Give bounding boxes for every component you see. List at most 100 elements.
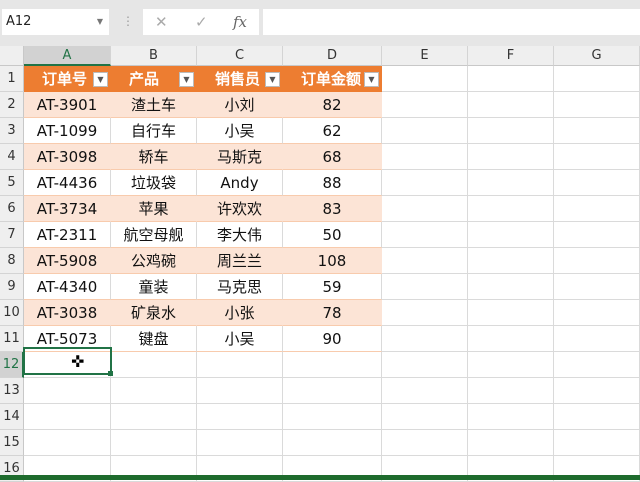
- table-header-cell[interactable]: 订单金额 ▼: [283, 66, 382, 92]
- table-cell[interactable]: 90: [283, 326, 382, 352]
- fill-handle[interactable]: [108, 371, 113, 376]
- cell[interactable]: [382, 170, 468, 196]
- cell[interactable]: [554, 248, 640, 274]
- table-cell[interactable]: 公鸡碗: [111, 248, 197, 274]
- cell[interactable]: [554, 378, 640, 404]
- row-header-7[interactable]: 7: [0, 222, 24, 248]
- table-cell[interactable]: AT-3038: [24, 300, 111, 326]
- row-header-3[interactable]: 3: [0, 118, 24, 144]
- table-cell[interactable]: 82: [283, 92, 382, 118]
- row-header-5[interactable]: 5: [0, 170, 24, 196]
- table-cell[interactable]: 马斯克: [197, 144, 283, 170]
- row-header-2[interactable]: 2: [0, 92, 24, 118]
- table-cell[interactable]: 马克思: [197, 274, 283, 300]
- cell[interactable]: [382, 92, 468, 118]
- table-cell[interactable]: 航空母舰: [111, 222, 197, 248]
- table-cell[interactable]: 78: [283, 300, 382, 326]
- cell[interactable]: [24, 404, 111, 430]
- cell[interactable]: [24, 378, 111, 404]
- cell[interactable]: [554, 430, 640, 456]
- cell[interactable]: [283, 404, 382, 430]
- table-cell[interactable]: 童装: [111, 274, 197, 300]
- cell[interactable]: [468, 404, 554, 430]
- table-cell[interactable]: 小吴: [197, 118, 283, 144]
- cell[interactable]: [554, 66, 640, 92]
- cell[interactable]: [554, 352, 640, 378]
- cell[interactable]: [111, 430, 197, 456]
- table-cell[interactable]: AT-2311: [24, 222, 111, 248]
- cell[interactable]: [554, 118, 640, 144]
- table-cell[interactable]: 108: [283, 248, 382, 274]
- row-header-6[interactable]: 6: [0, 196, 24, 222]
- cell[interactable]: [111, 352, 197, 378]
- row-header-13[interactable]: 13: [0, 378, 24, 404]
- drag-handle-icon[interactable]: ⋮: [122, 14, 134, 28]
- table-cell[interactable]: 小刘: [197, 92, 283, 118]
- cell[interactable]: [554, 326, 640, 352]
- table-cell[interactable]: AT-4340: [24, 274, 111, 300]
- row-header-14[interactable]: 14: [0, 404, 24, 430]
- table-cell[interactable]: 键盘: [111, 326, 197, 352]
- cell[interactable]: [283, 378, 382, 404]
- row-header-15[interactable]: 15: [0, 430, 24, 456]
- cell[interactable]: [382, 222, 468, 248]
- cell[interactable]: [382, 144, 468, 170]
- table-cell[interactable]: AT-3734: [24, 196, 111, 222]
- chevron-down-icon[interactable]: ▼: [97, 9, 103, 35]
- cell[interactable]: [382, 352, 468, 378]
- cell[interactable]: [468, 196, 554, 222]
- column-header-G[interactable]: G: [554, 46, 640, 66]
- cell[interactable]: [382, 378, 468, 404]
- table-cell[interactable]: 周兰兰: [197, 248, 283, 274]
- enter-icon[interactable]: ✓: [195, 9, 208, 35]
- table-cell[interactable]: 垃圾袋: [111, 170, 197, 196]
- name-box[interactable]: A12 ▼: [2, 9, 109, 35]
- cell[interactable]: [468, 144, 554, 170]
- table-cell[interactable]: 自行车: [111, 118, 197, 144]
- cell[interactable]: [468, 170, 554, 196]
- cell[interactable]: [554, 144, 640, 170]
- filter-dropdown-icon[interactable]: ▼: [93, 72, 108, 87]
- table-cell[interactable]: AT-4436: [24, 170, 111, 196]
- table-cell[interactable]: AT-3098: [24, 144, 111, 170]
- column-header-E[interactable]: E: [382, 46, 468, 66]
- table-cell[interactable]: Andy: [197, 170, 283, 196]
- table-cell[interactable]: 50: [283, 222, 382, 248]
- cell[interactable]: [554, 300, 640, 326]
- table-cell[interactable]: 渣土车: [111, 92, 197, 118]
- column-header-F[interactable]: F: [468, 46, 554, 66]
- table-cell[interactable]: AT-5908: [24, 248, 111, 274]
- cell[interactable]: [283, 352, 382, 378]
- cell[interactable]: [554, 170, 640, 196]
- table-cell[interactable]: 轿车: [111, 144, 197, 170]
- insert-function-icon[interactable]: fx: [233, 9, 247, 35]
- filter-dropdown-icon[interactable]: ▼: [179, 72, 194, 87]
- cancel-icon[interactable]: ✕: [155, 9, 168, 35]
- cell[interactable]: [554, 274, 640, 300]
- formula-input[interactable]: [263, 9, 640, 35]
- cell[interactable]: [468, 248, 554, 274]
- cell[interactable]: [554, 222, 640, 248]
- filter-dropdown-icon[interactable]: ▼: [364, 72, 379, 87]
- cell[interactable]: [468, 222, 554, 248]
- cell[interactable]: [197, 404, 283, 430]
- cell[interactable]: [382, 404, 468, 430]
- cell[interactable]: [197, 430, 283, 456]
- table-cell[interactable]: 李大伟: [197, 222, 283, 248]
- table-cell[interactable]: AT-1099: [24, 118, 111, 144]
- row-header-8[interactable]: 8: [0, 248, 24, 274]
- cell[interactable]: [111, 404, 197, 430]
- row-header-10[interactable]: 10: [0, 300, 24, 326]
- column-header-D[interactable]: D: [283, 46, 382, 66]
- column-header-C[interactable]: C: [197, 46, 283, 66]
- cell[interactable]: [468, 274, 554, 300]
- cell[interactable]: [197, 352, 283, 378]
- table-cell[interactable]: 62: [283, 118, 382, 144]
- cell[interactable]: [468, 378, 554, 404]
- table-cell[interactable]: 59: [283, 274, 382, 300]
- table-cell[interactable]: 88: [283, 170, 382, 196]
- cell[interactable]: [24, 430, 111, 456]
- column-header-A[interactable]: A: [24, 46, 111, 66]
- cell[interactable]: [382, 300, 468, 326]
- select-all-button[interactable]: [0, 46, 24, 66]
